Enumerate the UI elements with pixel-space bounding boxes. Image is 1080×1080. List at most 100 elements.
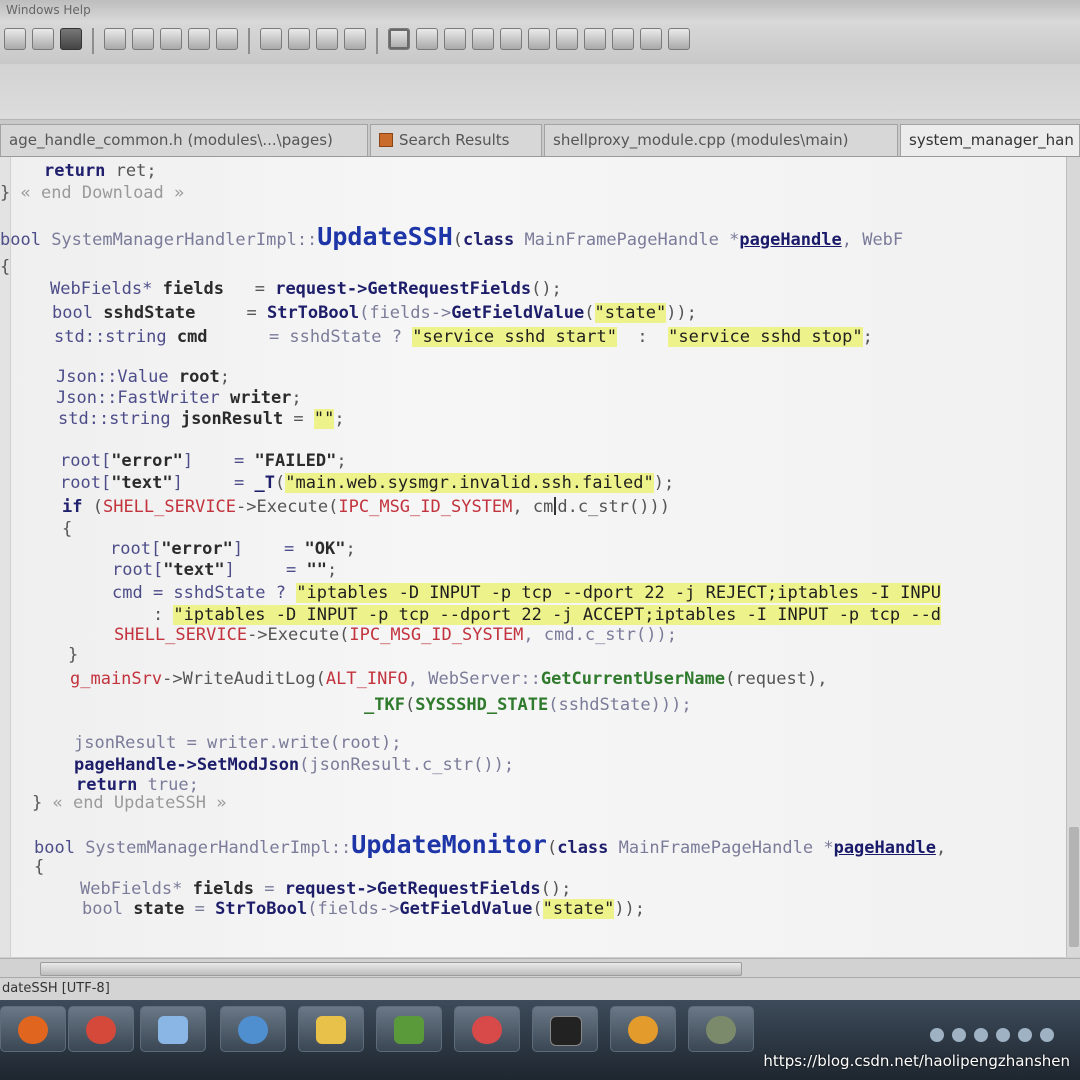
taskbar-firefox-button[interactable] — [0, 1006, 66, 1052]
code-line: root["text"] = _T("main.web.sysmgr.inval… — [60, 473, 675, 493]
symbol-window-icon[interactable] — [388, 28, 410, 50]
bird-icon[interactable] — [612, 28, 634, 50]
taskbar-chrome-button[interactable] — [68, 1006, 134, 1052]
horizontal-scroll-thumb[interactable] — [40, 962, 742, 976]
code-line: std::string jsonResult = ""; — [58, 409, 345, 429]
code-line: } « end Download » — [0, 183, 185, 203]
layout-grid-icon[interactable] — [260, 28, 282, 50]
code-line: root["error"] = "OK"; — [110, 539, 356, 559]
code-line: bool sshdState = StrToBool(fields->GetFi… — [52, 303, 697, 323]
project-icon[interactable] — [500, 28, 522, 50]
edit-icon[interactable] — [188, 28, 210, 50]
editor-gutter — [0, 157, 11, 957]
forward-icon[interactable] — [32, 28, 54, 50]
watermark-url: https://blog.csdn.net/haolipengzhanshen — [763, 1052, 1070, 1070]
tab-system-manager[interactable]: system_manager_han — [900, 124, 1080, 156]
browser-window-icon[interactable] — [528, 28, 550, 50]
search-results-icon — [379, 133, 393, 147]
code-line: WebFields* fields = request->GetRequestF… — [50, 279, 562, 299]
code-line: return ret; — [44, 161, 157, 181]
code-line: } — [68, 645, 79, 665]
code-line: root["error"] = "FAILED"; — [60, 451, 347, 471]
code-line: _TKF(SYSSSHD_STATE(sshdState))); — [364, 695, 692, 715]
code-line: root["text"] = ""; — [112, 560, 338, 580]
code-line: : "iptables -D INPUT -p tcp --dport 22 -… — [112, 605, 942, 625]
taskbar-search-app-button[interactable] — [610, 1006, 676, 1052]
save-icon[interactable] — [60, 28, 82, 50]
code-line: if (SHELL_SERVICE->Execute(IPC_MSG_ID_SY… — [62, 497, 670, 517]
tab-label: age_handle_common.h (modules\...\pages) — [9, 131, 333, 149]
explorer-icon — [316, 1016, 346, 1044]
main-toolbar — [0, 20, 1080, 65]
function-signature-updatessh: bool SystemManagerHandlerImpl::UpdateSSH… — [0, 222, 904, 251]
code-line: { — [0, 257, 11, 277]
terminal-icon — [550, 1016, 582, 1046]
code-line: g_mainSrv->WriteAuditLog(ALT_INFO, WebSe… — [70, 669, 828, 689]
bookmark-icon[interactable] — [216, 28, 238, 50]
code-line: return true; — [76, 775, 199, 795]
tab-shellproxy-module[interactable]: shellproxy_module.cpp (modules\main) — [544, 124, 898, 156]
vertical-scrollbar[interactable] — [1066, 157, 1080, 957]
code-line: bool state = StrToBool(fields->GetFieldV… — [82, 899, 646, 919]
back-icon[interactable] — [4, 28, 26, 50]
toolbar-strip — [0, 64, 1080, 120]
tab-search-results[interactable]: Search Results — [370, 124, 542, 156]
outline-icon[interactable] — [444, 28, 466, 50]
hand-icon[interactable] — [584, 28, 606, 50]
copy-icon[interactable] — [132, 28, 154, 50]
code-line: Json::FastWriter writer; — [56, 388, 302, 408]
layout-split-icon[interactable] — [316, 28, 338, 50]
code-line: { — [62, 519, 73, 539]
context-icon[interactable] — [472, 28, 494, 50]
security-icon[interactable] — [996, 1028, 1010, 1042]
tab-label: Search Results — [399, 131, 510, 149]
search-tray-icon[interactable] — [1018, 1028, 1032, 1042]
app-tray-icon[interactable] — [1040, 1028, 1054, 1042]
taskbar-bird-app-button[interactable] — [454, 1006, 520, 1052]
browser-icon — [238, 1016, 268, 1044]
toolbar-group-file — [4, 28, 690, 54]
taskbar-browser-button[interactable] — [220, 1006, 286, 1052]
search-app-icon — [628, 1016, 658, 1044]
relation-icon[interactable] — [416, 28, 438, 50]
layout-stack-icon[interactable] — [344, 28, 366, 50]
code-line: } « end UpdateSSH » — [32, 793, 227, 813]
taskbar-explorer-button[interactable] — [298, 1006, 364, 1052]
table-icon[interactable] — [668, 28, 690, 50]
code-editor[interactable]: return ret; } « end Download » bool Syst… — [0, 157, 1080, 957]
code-line: pageHandle->SetModJson(jsonResult.c_str(… — [74, 755, 515, 775]
vertical-scroll-thumb[interactable] — [1069, 827, 1079, 947]
horizontal-scrollbar[interactable] — [0, 958, 1080, 977]
taskbar-terminal-button[interactable] — [532, 1006, 598, 1052]
volume-icon[interactable] — [974, 1028, 988, 1042]
function-signature-updatemonitor: bool SystemManagerHandlerImpl::UpdateMon… — [34, 830, 947, 859]
toolbar-separator — [376, 28, 378, 54]
notepad-icon — [158, 1016, 188, 1044]
print-icon[interactable] — [104, 28, 126, 50]
hash-icon[interactable] — [640, 28, 662, 50]
layout-single-icon[interactable] — [288, 28, 310, 50]
system-tray — [930, 1028, 1054, 1048]
code-line: { — [34, 857, 45, 877]
taskbar-chart-app-button[interactable] — [376, 1006, 442, 1052]
toolbar-separator — [92, 28, 94, 54]
code-line: WebFields* fields = request->GetRequestF… — [80, 879, 572, 899]
help-icon[interactable] — [952, 1028, 966, 1042]
turtle-app-icon — [706, 1016, 736, 1044]
chart-app-icon — [394, 1016, 424, 1044]
code-line: cmd = sshdState ? "iptables -D INPUT -p … — [112, 583, 942, 603]
clipboard-icon[interactable] — [556, 28, 578, 50]
bird-app-icon — [472, 1016, 502, 1044]
window-title-bar: Windows Help — [0, 0, 1080, 20]
taskbar-turtle-app-button[interactable] — [688, 1006, 754, 1052]
network-icon[interactable] — [930, 1028, 944, 1042]
code-line: std::string cmd = sshdState ? "service s… — [54, 327, 873, 347]
taskbar-notepad-button[interactable] — [140, 1006, 206, 1052]
window-title: Windows Help — [6, 3, 91, 17]
tab-page-handle-common[interactable]: age_handle_common.h (modules\...\pages) — [0, 124, 368, 156]
code-line: SHELL_SERVICE->Execute(IPC_MSG_ID_SYSTEM… — [114, 625, 677, 645]
firefox-icon — [18, 1016, 48, 1044]
status-bar: dateSSH [UTF-8] — [0, 977, 1080, 1000]
status-text: dateSSH [UTF-8] — [2, 981, 110, 996]
paste-icon[interactable] — [160, 28, 182, 50]
